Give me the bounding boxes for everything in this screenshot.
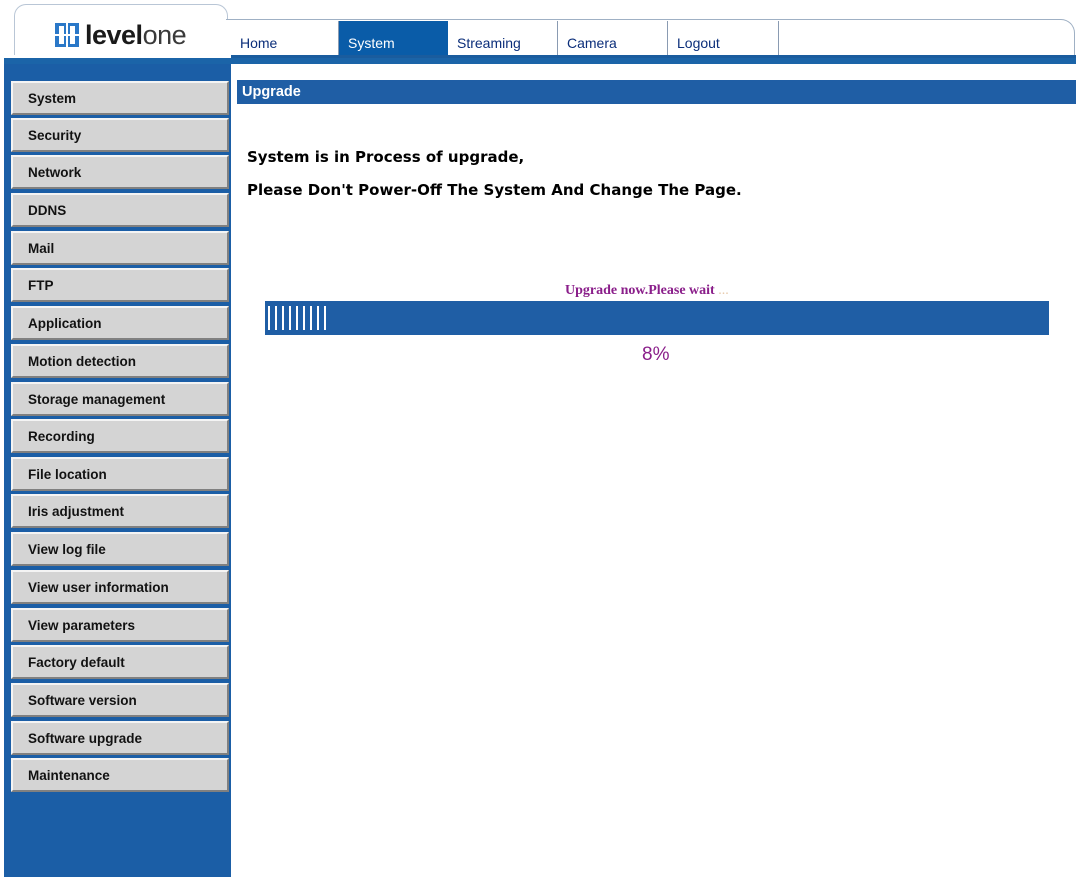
sidebar-item-software-version[interactable]: Software version (11, 683, 229, 717)
sidebar-item-factory-default[interactable]: Factory default (11, 645, 229, 679)
sidebar: System Security Network DDNS Mail FTP Ap… (4, 64, 231, 877)
logo: levelone (55, 20, 187, 50)
sidebar-item-file-location[interactable]: File location (11, 457, 229, 491)
sidebar-item-recording[interactable]: Recording (11, 419, 229, 453)
sidebar-item-maintenance[interactable]: Maintenance (11, 758, 229, 792)
sidebar-item-mail[interactable]: Mail (11, 231, 229, 265)
wait-message: Upgrade now.Please wait ... (565, 283, 729, 299)
logo-text-bold: level (85, 20, 143, 50)
logo-text-light: one (142, 20, 187, 50)
wait-dots: ... (718, 283, 729, 298)
upgrade-message-line2: Please Don't Power-Off The System And Ch… (247, 181, 742, 199)
sidebar-item-motion-detection[interactable]: Motion detection (11, 344, 229, 378)
tab-system[interactable]: System (339, 21, 448, 55)
progress-percent: 8% (642, 344, 670, 365)
section-title: Upgrade (237, 80, 1076, 104)
upgrade-progress-bar (265, 301, 1049, 335)
sidebar-item-ftp[interactable]: FTP (11, 268, 229, 302)
sidebar-item-storage-management[interactable]: Storage management (11, 382, 229, 416)
sidebar-item-view-parameters[interactable]: View parameters (11, 608, 229, 642)
upgrade-message-line1: System is in Process of upgrade, (247, 148, 525, 166)
sidebar-item-security[interactable]: Security (11, 118, 229, 152)
sidebar-item-view-log-file[interactable]: View log file (11, 532, 229, 566)
sidebar-item-iris-adjustment[interactable]: Iris adjustment (11, 494, 229, 528)
sidebar-item-application[interactable]: Application (11, 306, 229, 340)
sidebar-item-view-user-information[interactable]: View user information (11, 570, 229, 604)
tab-logout[interactable]: Logout (668, 21, 779, 55)
sidebar-item-system[interactable]: System (11, 81, 229, 115)
progress-fill (268, 306, 330, 330)
wait-text: Upgrade now.Please wait (565, 283, 715, 298)
tab-streaming[interactable]: Streaming (448, 21, 558, 55)
logo-text: levelone (85, 20, 187, 50)
logo-tab: levelone (14, 4, 228, 55)
sidebar-item-software-upgrade[interactable]: Software upgrade (11, 721, 229, 755)
sidebar-item-ddns[interactable]: DDNS (11, 193, 229, 227)
levelone-logo-icon (55, 23, 79, 47)
tab-home[interactable]: Home (231, 21, 339, 55)
top-nav: Home System Streaming Camera Logout (231, 21, 779, 55)
sidebar-item-network[interactable]: Network (11, 155, 229, 189)
tab-camera[interactable]: Camera (558, 21, 668, 55)
